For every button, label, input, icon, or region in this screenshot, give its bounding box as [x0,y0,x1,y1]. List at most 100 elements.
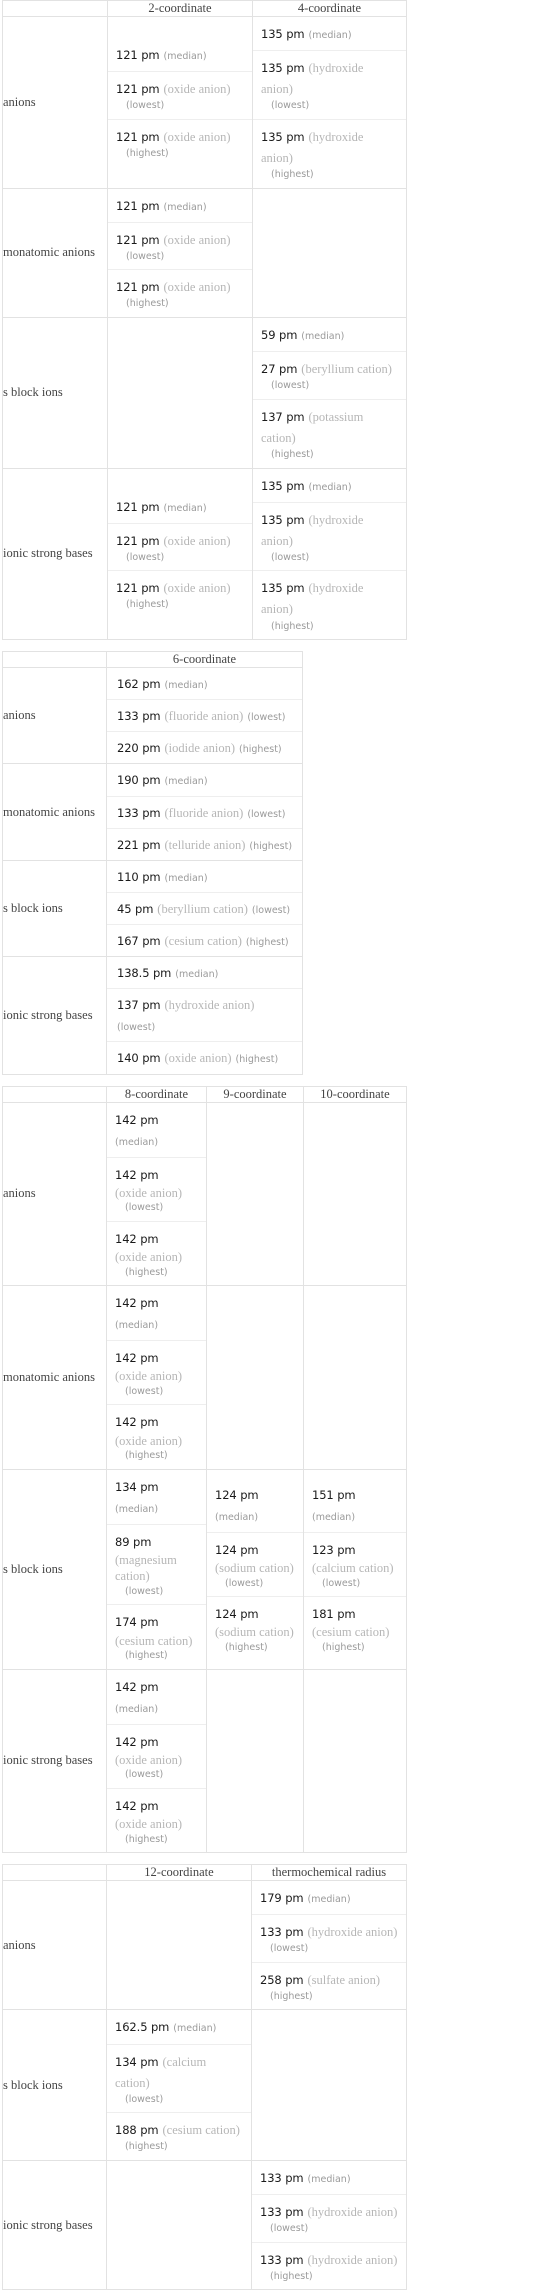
data-cell: 121 pm (median) 121 pm (oxide anion) (lowe… [107,16,253,189]
row-header-label: anions [2,1880,107,2011]
column-header-4-coordinate: 4-coordinate [252,0,407,17]
measurement-qualifier: (highest) [322,1641,365,1653]
measurement-value: 121 pm [116,48,160,63]
row-header-label: monatomic anions [2,1285,107,1470]
ionic-radius-tables-page: 2-coordinate 4-coordinate anions 121 pm (me… [0,0,546,2290]
measurement-qualifier: (lowest) [125,1769,164,1781]
measurement-value: 181 pm [312,1607,356,1622]
table-row: s block ions 110 pm (median) 45 pm (beryll… [2,859,303,958]
measurement-entry: 142 pm (oxide anion) (highest) [107,1787,206,1852]
measurement-value: 124 pm [215,1543,259,1557]
measurement-species: (oxide anion) [115,1817,182,1831]
measurement-value: 135 pm [261,581,305,596]
measurement-qualifier: (lowest) [247,712,286,724]
row-header-label: s block ions [2,859,107,958]
measurement-entry: 135 pm (hydroxide anion) (lowest) [253,50,406,119]
row-header-label: ionic strong bases [2,956,107,1075]
measurement-value: 121 pm [116,232,160,247]
measurement-qualifier: (median) [164,776,208,788]
column-header-12-coordinate: 12-coordinate [106,1864,252,1882]
measurement-stack: 124 pm (median) 124 pm (sodium cation) (lo… [207,1478,303,1661]
measurement-entry: 142 pm (oxide anion) (lowest) [107,1723,206,1788]
measurement-qualifier: (highest) [125,1266,168,1278]
table-row: monatomic anions 142 pm (median) 142 pm (o… [2,1285,407,1470]
measurement-value: 142 pm [115,1734,159,1749]
measurement-value: 110 pm [117,869,161,884]
measurement-value: 121 pm [116,82,160,97]
measurement-value: 133 pm [117,709,161,724]
measurement-qualifier: (median) [307,1894,351,1906]
empty-cell [107,317,253,469]
empty-cell [251,2009,407,2161]
measurement-entry: 135 pm (hydroxide anion) (highest) [253,118,406,188]
data-cell: 124 pm (median) 124 pm (sodium cation) (lo… [206,1468,304,1670]
measurement-qualifier: (highest) [126,147,169,159]
measurement-stack: 135 pm (median) 135 pm (hydroxide anion)(… [253,469,406,640]
measurement-species: (cesium cation) [115,1633,193,1648]
table-corner-cell [2,0,108,17]
measurement-qualifier: (median) [173,2023,217,2035]
row-header-label: ionic strong bases [2,467,108,641]
measurement-qualifier: (highest) [125,2141,168,2153]
data-cell: 142 pm (median) 142 pm (oxide anion) (lowe… [106,1668,207,1854]
measurement-qualifier: (highest) [249,840,293,852]
measurement-entry: 190 pm (median) [107,764,302,795]
column-header-6-coordinate: 6-coordinate [106,651,303,669]
measurement-species: (fluoride anion) [164,805,244,820]
measurement-qualifier: (lowest) [126,551,165,563]
measurement-species: (oxide anion) [115,1433,182,1448]
measurement-value: 167 pm [117,933,161,948]
empty-cell [206,1668,304,1854]
measurement-qualifier: (median) [312,1511,356,1523]
measurement-entry: 135 pm (hydroxide anion) (highest) [253,570,406,639]
table-row: s block ions 134 pm (median) 89 pm (magnes… [2,1468,407,1670]
measurement-qualifier: (median) [163,502,207,514]
measurement-species: (sodium cation) [215,1625,294,1640]
measurement-value: 124 pm [215,1607,259,1622]
measurement-value: 137 pm [117,998,161,1013]
measurement-qualifier: (median) [115,1320,159,1332]
measurement-qualifier: (highest) [270,1990,313,2002]
measurement-qualifier: (lowest) [225,1577,264,1589]
measurement-value: 179 pm [260,1891,304,1906]
measurement-entry: 133 pm (hydroxide anion) (highest) [252,2241,406,2290]
table-row: s block ions 59 pm (median) 27 pm (berylli… [2,317,407,469]
measurement-qualifier: (lowest) [251,904,291,916]
measurement-species: (oxide anion) [115,1369,182,1384]
measurement-entry: 45 pm (beryllium cation) (lowest) [107,891,302,924]
measurement-entry: 133 pm (median) [252,2161,406,2194]
measurement-value: 140 pm [117,1051,161,1066]
data-cell: 151 pm (median) 123 pm (calcium cation) (l… [303,1468,407,1670]
measurement-qualifier: (highest) [126,298,169,310]
measurement-entry: 59 pm (median) [253,318,406,351]
measurement-value: 135 pm [261,27,305,41]
table-header-row: 2-coordinate 4-coordinate [2,0,407,17]
measurement-qualifier: (median) [215,1511,259,1523]
measurement-entry: 133 pm (fluoride anion) (lowest) [107,699,302,731]
measurement-qualifier: (lowest) [126,250,165,262]
measurement-stack: 121 pm (median) 121 pm (oxide anion) (lowe… [108,189,252,317]
measurement-stack: 190 pm (median) 133 pm (fluoride anion) (… [107,764,302,859]
measurement-qualifier: (lowest) [125,1202,164,1214]
empty-cell [106,1880,252,2011]
measurement-stack: 151 pm (median) 123 pm (calcium cation) (l… [304,1478,406,1661]
data-table: 12-coordinate thermochemical radius anions… [2,1864,407,2290]
row-header-label: s block ions [2,1468,107,1670]
data-table: 8-coordinate 9-coordinate 10-coordinate ani… [2,1085,407,1854]
measurement-stack: 142 pm (median) 142 pm (oxide anion) (lowe… [107,1670,206,1853]
measurement-qualifier: (highest) [271,620,314,632]
measurement-entry: 181 pm (cesium cation) (highest) [304,1596,406,1660]
row-header-label: anions [2,16,108,189]
measurement-qualifier: (highest) [125,1833,168,1845]
measurement-stack: 135 pm (median) 135 pm (hydroxide anion)(… [253,17,406,188]
measurement-species: (telluride anion) [164,837,246,852]
table-row: ionic strong bases 138.5 pm (median) 137 p… [2,956,303,1075]
measurement-stack: 162.5 pm (median) 134 pm (calcium cation)… [107,2010,251,2160]
measurement-qualifier: (lowest) [271,380,310,392]
measurement-species: (hydroxide anion) [164,998,255,1013]
row-header-label: anions [2,1101,107,1287]
measurement-value: 162 pm [117,677,161,692]
measurement-value: 121 pm [116,280,160,295]
measurement-entry: 123 pm (calcium cation) (lowest) [304,1532,406,1596]
table-header-row: 12-coordinate thermochemical radius [2,1864,407,1882]
